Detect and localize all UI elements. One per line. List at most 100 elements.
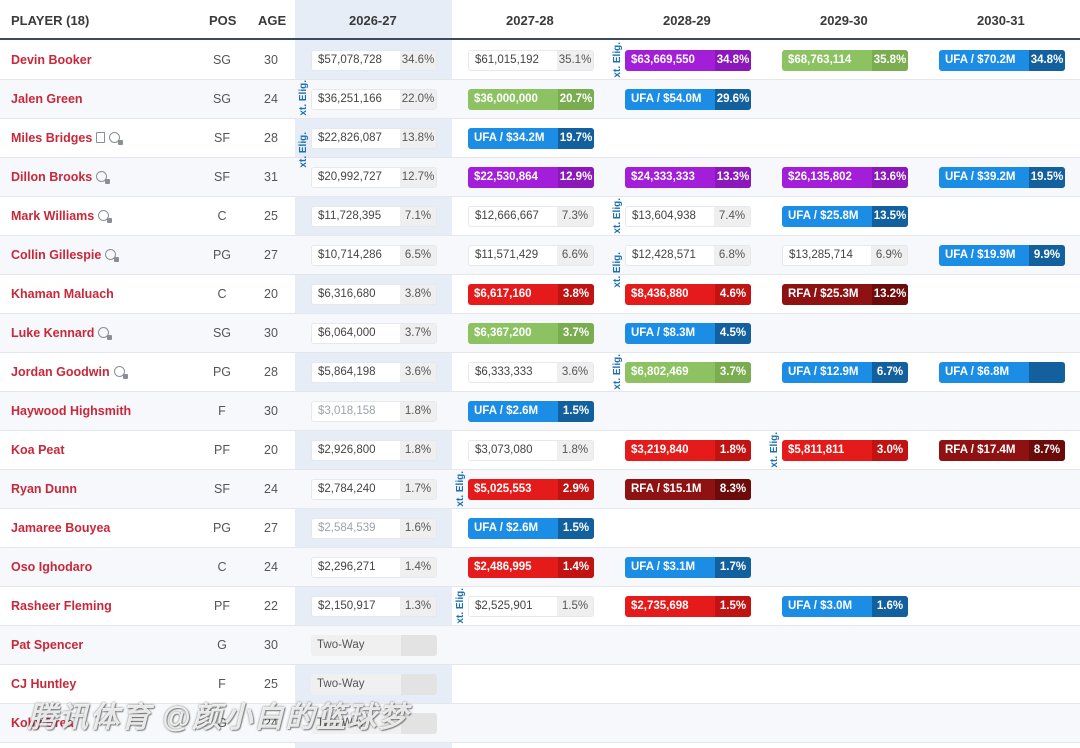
salary-cell[interactable]: $2,735,698 1.5% xyxy=(625,596,751,617)
table-row: Luke Kennard SG 30 $6,064,000 3.7% $6,367,200… xyxy=(0,314,1080,353)
salary-value: $20,992,727 xyxy=(318,171,382,183)
salary-cell[interactable]: $2,486,995 1.4% xyxy=(468,557,594,578)
salary-cell[interactable]: $3,073,080 1.8% xyxy=(468,440,594,461)
player-name-link[interactable]: Haywood Highsmith xyxy=(11,404,131,418)
salary-value: $36,000,000 xyxy=(474,93,538,105)
salary-cell[interactable]: $2,150,917 1.3% xyxy=(311,596,437,617)
player-name-link[interactable]: Luke Kennard xyxy=(11,326,113,340)
player-name-link[interactable]: Miles Bridges xyxy=(11,131,124,145)
salary-cell[interactable]: UFA / $39.2M 19.5% xyxy=(939,167,1065,188)
salary-cell[interactable]: $6,617,160 3.8% xyxy=(468,284,594,305)
salary-cell[interactable]: UFA / $34.2M 19.7% xyxy=(468,128,594,149)
player-name-link[interactable]: Pat Spencer xyxy=(11,638,83,652)
age-column-header[interactable]: AGE xyxy=(258,13,286,28)
salary-cell[interactable]: $2,584,539 1.6% xyxy=(311,518,437,539)
salary-cell[interactable]: $57,078,728 34.6% xyxy=(311,50,437,71)
player-name-link[interactable]: Ryan Dunn xyxy=(11,482,77,496)
player-icon[interactable] xyxy=(109,132,124,145)
salary-cell[interactable]: UFA / $19.9M 9.9% xyxy=(939,245,1065,266)
salary-value: UFA / $34.2M xyxy=(474,132,545,144)
salary-cell[interactable]: $20,992,727 12.7% xyxy=(311,167,437,188)
salary-cell[interactable]: $6,802,469 3.7% xyxy=(625,362,751,383)
salary-cell[interactable]: $2,525,901 1.5% xyxy=(468,596,594,617)
player-age: 24 xyxy=(264,92,278,106)
note-icon[interactable] xyxy=(96,132,106,143)
salary-cell[interactable]: RFA / $25.3M 13.2% xyxy=(782,284,908,305)
player-name-link[interactable]: Mark Williams xyxy=(11,209,113,223)
salary-cell[interactable]: $13,604,938 7.4% xyxy=(625,206,751,227)
salary-cell[interactable]: $63,669,550 34.8% xyxy=(625,50,751,71)
salary-cell[interactable]: $68,763,114 35.8% xyxy=(782,50,908,71)
salary-cell[interactable]: UFA / $12.9M 6.7% xyxy=(782,362,908,383)
player-pos: PG xyxy=(212,248,232,262)
salary-cell[interactable]: $5,025,553 2.9% xyxy=(468,479,594,500)
salary-cell[interactable]: $5,811,811 3.0% xyxy=(782,440,908,461)
season-header-2026-27[interactable]: 2026-27 xyxy=(349,13,397,28)
player-name-link[interactable]: Collin Gillespie xyxy=(11,248,120,262)
player-name-link[interactable]: Oso Ighodaro xyxy=(11,560,92,574)
player-name-link[interactable]: Dillon Brooks xyxy=(11,170,111,184)
cap-percent: 1.5% xyxy=(558,518,594,539)
season-header-2027-28[interactable]: 2027-28 xyxy=(506,13,554,28)
season-header-2029-30[interactable]: 2029-30 xyxy=(820,13,868,28)
salary-cell[interactable]: $6,367,200 3.7% xyxy=(468,323,594,344)
salary-cell[interactable]: $2,296,271 1.4% xyxy=(311,557,437,578)
cap-percent: 1.6% xyxy=(400,519,436,538)
salary-cell[interactable]: $3,018,158 1.8% xyxy=(311,401,437,422)
salary-cell[interactable]: $61,015,192 35.1% xyxy=(468,50,594,71)
player-column-header[interactable]: PLAYER (18) xyxy=(11,13,89,28)
player-icon[interactable] xyxy=(113,366,128,379)
salary-cell[interactable]: $8,436,880 4.6% xyxy=(625,284,751,305)
salary-cell[interactable]: $11,728,395 7.1% xyxy=(311,206,437,227)
salary-cell[interactable]: UFA / $3.1M 1.7% xyxy=(625,557,751,578)
salary-cell[interactable]: $26,135,802 13.6% xyxy=(782,167,908,188)
salary-cell[interactable]: $36,000,000 20.7% xyxy=(468,89,594,110)
salary-cell[interactable]: $10,714,286 6.5% xyxy=(311,245,437,266)
salary-cell[interactable]: $6,333,333 3.6% xyxy=(468,362,594,383)
salary-cell[interactable]: UFA / $2.6M 1.5% xyxy=(468,518,594,539)
player-name-link[interactable]: Rasheer Fleming xyxy=(11,599,112,613)
salary-cell[interactable]: $24,333,333 13.3% xyxy=(625,167,751,188)
season-header-2028-29[interactable]: 2028-29 xyxy=(663,13,711,28)
salary-cell[interactable]: UFA / $70.2M 34.8% xyxy=(939,50,1065,71)
player-name-link[interactable]: Koa Peat xyxy=(11,443,65,457)
salary-cell[interactable]: UFA / $6.8M xyxy=(939,362,1065,383)
salary-cell[interactable]: UFA / $25.8M 13.5% xyxy=(782,206,908,227)
player-name-link[interactable]: Jordan Goodwin xyxy=(11,365,128,379)
pos-column-header[interactable]: POS xyxy=(209,13,236,28)
salary-cell[interactable]: $22,826,087 13.8% xyxy=(311,128,437,149)
salary-value: $2,150,917 xyxy=(318,600,376,612)
salary-cell[interactable]: $36,251,166 22.0% xyxy=(311,89,437,110)
salary-cell[interactable]: $3,219,840 1.8% xyxy=(625,440,751,461)
player-name-link[interactable]: Jalen Green xyxy=(11,92,83,106)
salary-cell[interactable]: UFA / $54.0M 29.6% xyxy=(625,89,751,110)
salary-cell[interactable]: UFA / $3.0M 1.6% xyxy=(782,596,908,617)
salary-cell[interactable]: $2,926,800 1.8% xyxy=(311,440,437,461)
salary-cell[interactable]: $12,428,571 6.8% xyxy=(625,245,751,266)
salary-cell[interactable]: $5,864,198 3.6% xyxy=(311,362,437,383)
salary-cell[interactable]: RFA / $17.4M 8.7% xyxy=(939,440,1065,461)
salary-cell[interactable]: UFA / $2.6M 1.5% xyxy=(468,401,594,422)
player-icon[interactable] xyxy=(98,327,113,340)
salary-cell[interactable]: $13,285,714 6.9% xyxy=(782,245,908,266)
player-name-text: Jordan Goodwin xyxy=(11,365,110,379)
salary-cell[interactable]: UFA / $8.3M 4.5% xyxy=(625,323,751,344)
salary-cell[interactable]: $11,571,429 6.6% xyxy=(468,245,594,266)
player-name-link[interactable]: Jamaree Bouyea xyxy=(11,521,110,535)
player-name-link[interactable]: Devin Booker xyxy=(11,53,92,67)
player-name-link[interactable]: Khaman Maluach xyxy=(11,287,114,301)
salary-cell[interactable]: $6,064,000 3.7% xyxy=(311,323,437,344)
salary-cell[interactable]: $2,784,240 1.7% xyxy=(311,479,437,500)
salary-cell[interactable]: Two-Way xyxy=(311,674,437,695)
player-name-text: Rasheer Fleming xyxy=(11,599,112,613)
player-icon[interactable] xyxy=(96,171,111,184)
player-icon[interactable] xyxy=(98,210,113,223)
salary-cell[interactable]: Two-Way xyxy=(311,635,437,656)
salary-cell[interactable]: $12,666,667 7.3% xyxy=(468,206,594,227)
player-icon[interactable] xyxy=(105,249,120,262)
season-header-2030-31[interactable]: 2030-31 xyxy=(977,13,1025,28)
salary-cell[interactable]: $22,530,864 12.9% xyxy=(468,167,594,188)
salary-cell[interactable]: RFA / $15.1M 8.3% xyxy=(625,479,751,500)
salary-cell[interactable]: $6,316,680 3.8% xyxy=(311,284,437,305)
player-name-link[interactable]: CJ Huntley xyxy=(11,677,76,691)
